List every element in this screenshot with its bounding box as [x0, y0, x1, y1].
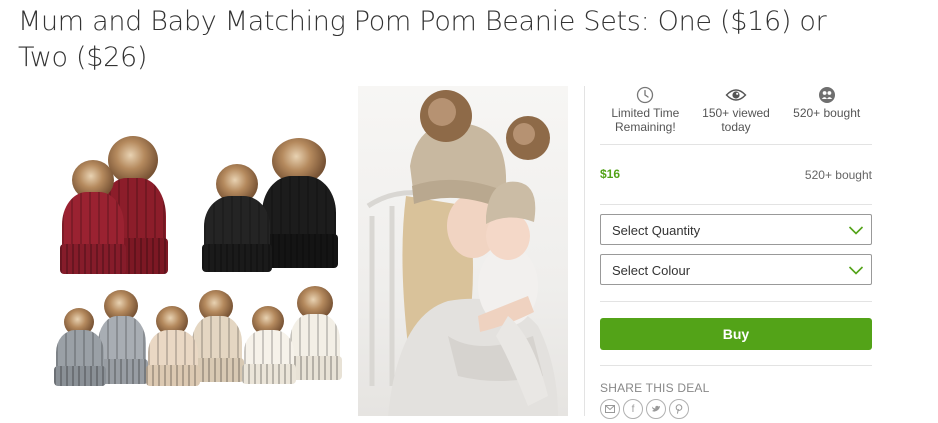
- people-icon: [818, 87, 835, 103]
- deal-gallery[interactable]: [40, 86, 568, 416]
- hat-cream-small: [242, 306, 296, 384]
- hat-beige-small: [146, 306, 200, 386]
- eye-icon: [725, 89, 747, 101]
- deal-sidebar: Limited Time Remaining! 150+ viewed toda…: [600, 86, 872, 419]
- mother-baby-photo[interactable]: [358, 86, 568, 416]
- divider: [600, 301, 872, 302]
- share-title: SHARE THIS DEAL: [600, 381, 710, 395]
- stat-limited-time: Limited Time Remaining!: [600, 86, 691, 144]
- stat-viewed: 150+ viewed today: [691, 86, 782, 144]
- hat-red-small: [60, 160, 126, 274]
- chevron-down-icon: [848, 226, 864, 235]
- share-buttons: f: [600, 399, 872, 419]
- hat-black-small: [202, 164, 272, 272]
- hat-black-large: [260, 138, 338, 268]
- clock-icon: [637, 86, 654, 104]
- colour-select-label: Select Colour: [612, 263, 691, 278]
- beanie-colors-image[interactable]: [40, 86, 355, 416]
- column-divider: [584, 86, 585, 416]
- deal-option[interactable]: $16 520+ bought: [600, 145, 872, 205]
- chevron-down-icon: [848, 266, 864, 275]
- deal-stats: Limited Time Remaining! 150+ viewed toda…: [600, 86, 872, 145]
- twitter-icon[interactable]: [646, 399, 666, 419]
- quantity-select-label: Select Quantity: [612, 223, 701, 238]
- divider: [600, 365, 872, 366]
- buy-button[interactable]: Buy: [600, 318, 872, 350]
- option-price: $16: [600, 167, 621, 181]
- email-icon[interactable]: [600, 399, 620, 419]
- hat-grey-small: [54, 308, 106, 386]
- deal-title: Mum and Baby Matching Pom Pom Beanie Set…: [18, 6, 827, 73]
- stat-label: 150+ viewed today: [702, 106, 770, 134]
- photo-illustration: [366, 90, 558, 416]
- pinterest-icon[interactable]: [669, 399, 689, 419]
- colour-select[interactable]: Select Colour: [600, 254, 872, 285]
- stat-label: 520+ bought: [793, 106, 861, 120]
- option-bought-count: 520+ bought: [804, 168, 872, 182]
- stat-bought: 520+ bought: [781, 86, 872, 144]
- stat-label: Limited Time Remaining!: [611, 106, 680, 134]
- facebook-icon[interactable]: f: [623, 399, 643, 419]
- quantity-select[interactable]: Select Quantity: [600, 214, 872, 245]
- hat-cream-large: [288, 286, 342, 380]
